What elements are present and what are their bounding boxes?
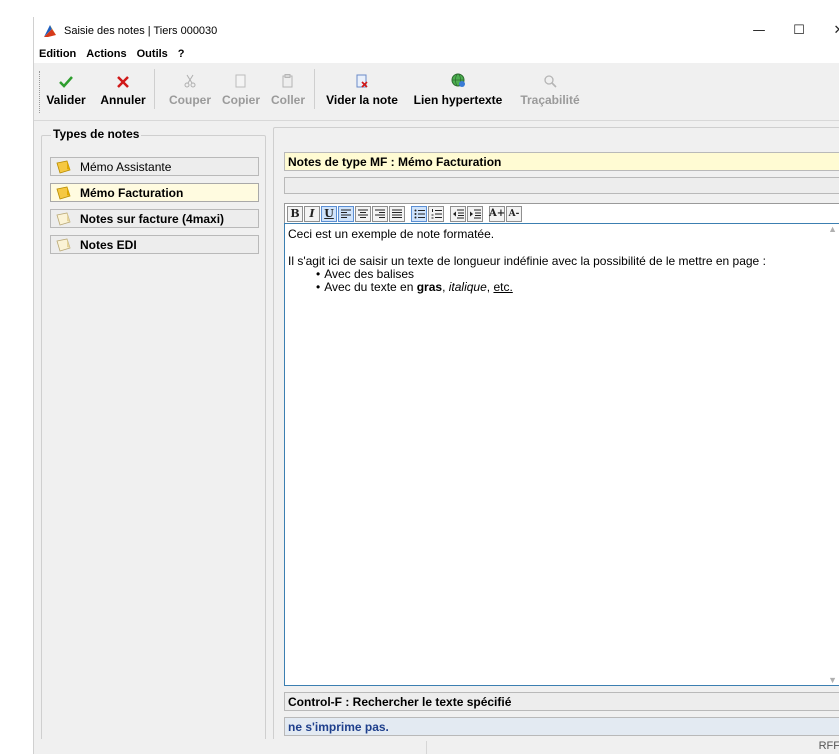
print-hint-bar: ne s'imprime pas.	[284, 717, 839, 736]
indent-icon	[469, 209, 481, 218]
bullet-text: ,	[442, 280, 449, 294]
search-hint-bar: Control-F : Rechercher le texte spécifié	[284, 692, 839, 711]
magnifier-icon	[543, 74, 557, 91]
bullet-text: Avec du texte en	[324, 280, 417, 294]
toolbar-grip[interactable]	[39, 71, 41, 113]
note-editor[interactable]: Ceci est un exemple de note formatée. Il…	[284, 223, 839, 686]
numbered-list-icon	[431, 208, 442, 218]
note-icon	[56, 160, 72, 174]
note-type-header: Notes de type MF : Mémo Facturation	[284, 152, 839, 171]
outdent-icon	[452, 209, 464, 218]
justify-icon	[392, 209, 402, 218]
font-increase-button[interactable]: A+	[489, 205, 505, 222]
note-type-memo-facturation[interactable]: Mémo Facturation	[50, 183, 259, 202]
bullet-list-icon	[414, 209, 425, 218]
cancel-label: Annuler	[100, 93, 146, 107]
align-right-icon	[375, 209, 385, 218]
bullet-text: Avec des balises	[324, 267, 415, 281]
font-decrease-button[interactable]: A-	[506, 205, 522, 222]
app-logo-icon	[42, 23, 58, 39]
note-type-notes-edi[interactable]: Notes EDI	[50, 235, 259, 254]
align-center-icon	[358, 209, 368, 218]
indent-button[interactable]	[467, 205, 483, 222]
main-toolbar: Valider Annuler Couper Copier Coller Vid…	[34, 63, 839, 121]
close-button[interactable]: ✕	[824, 21, 839, 41]
bold-button[interactable]: B	[287, 205, 303, 222]
cut-label: Couper	[169, 93, 211, 107]
underline-text: etc.	[493, 280, 513, 294]
scissors-icon	[183, 74, 197, 91]
note-empty-icon	[56, 238, 72, 252]
clear-note-label: Vider la note	[326, 93, 398, 107]
align-left-button[interactable]	[338, 205, 354, 222]
bold-text: gras	[416, 280, 443, 294]
note-type-label: Mémo Facturation	[80, 185, 184, 200]
notes-window: Saisie des notes | Tiers 000030 — ☐ ✕ Ed…	[33, 17, 839, 754]
clear-note-button[interactable]: Vider la note	[320, 71, 404, 107]
traceability-label: Traçabilité	[520, 93, 580, 107]
menu-help[interactable]: ?	[173, 48, 190, 60]
hyperlink-label: Lien hypertexte	[413, 93, 503, 107]
menu-edition[interactable]: Edition	[34, 48, 81, 60]
window-title: Saisie des notes | Tiers 000030	[64, 25, 218, 37]
cut-button[interactable]: Couper	[166, 71, 214, 107]
menu-actions[interactable]: Actions	[81, 48, 131, 60]
paste-button[interactable]: Coller	[268, 71, 308, 107]
copy-label: Copier	[221, 93, 260, 107]
menu-outils[interactable]: Outils	[132, 48, 173, 60]
align-center-button[interactable]	[355, 205, 371, 222]
cross-icon	[117, 76, 129, 91]
note-icon	[56, 186, 72, 200]
numbered-list-button[interactable]	[428, 205, 444, 222]
note-types-title: Types de notes	[51, 127, 142, 141]
note-type-label: Notes EDI	[80, 237, 137, 252]
copy-button[interactable]: Copier	[218, 71, 264, 107]
maximize-button[interactable]: ☐	[784, 21, 814, 41]
note-info-bar	[284, 177, 839, 194]
title-bar: Saisie des notes | Tiers 000030 — ☐ ✕	[34, 17, 839, 45]
align-right-button[interactable]	[372, 205, 388, 222]
italic-text: italique	[448, 280, 487, 294]
toolbar-separator	[314, 69, 315, 109]
bullet-list-button[interactable]	[411, 205, 427, 222]
toolbar-separator	[154, 69, 155, 109]
globe-link-icon	[451, 73, 466, 91]
traceability-button[interactable]: Traçabilité	[512, 71, 588, 107]
italic-button[interactable]: I	[304, 205, 320, 222]
note-empty-icon	[56, 212, 72, 226]
note-type-memo-assistante[interactable]: Mémo Assistante	[50, 157, 259, 176]
minimize-button[interactable]: —	[744, 21, 774, 41]
editor-bullet-list: Avec des balises Avec du texte en gras, …	[288, 268, 836, 294]
hyperlink-button[interactable]: Lien hypertexte	[408, 71, 508, 107]
justify-button[interactable]	[389, 205, 405, 222]
clear-document-icon	[356, 74, 368, 91]
validate-button[interactable]: Valider	[46, 71, 86, 107]
editor-line: Il s'agit ici de saisir un texte de long…	[288, 254, 766, 268]
paste-icon	[282, 74, 294, 91]
note-types-panel: Types de notes Mémo Assistante Mémo Fact…	[41, 127, 266, 744]
status-separator	[426, 741, 427, 754]
note-type-label: Notes sur facture (4maxi)	[80, 211, 225, 226]
editor-bullet-item: Avec du texte en gras, italique, etc.	[316, 281, 836, 294]
cancel-button[interactable]: Annuler	[98, 71, 148, 107]
status-text: RFF	[818, 740, 839, 752]
paste-label: Coller	[270, 93, 305, 107]
outdent-button[interactable]	[450, 205, 466, 222]
status-bar: RFF	[34, 739, 839, 754]
checkmark-icon	[59, 76, 73, 91]
scroll-up-arrow-icon[interactable]: ▲	[828, 224, 837, 234]
scroll-down-arrow-icon[interactable]: ▼	[828, 675, 837, 685]
align-left-icon	[341, 209, 351, 218]
format-toolbar: B I U A+ A-	[284, 203, 839, 223]
copy-icon	[235, 74, 247, 91]
note-type-notes-facture[interactable]: Notes sur facture (4maxi)	[50, 209, 259, 228]
note-type-label: Mémo Assistante	[80, 159, 172, 174]
validate-label: Valider	[46, 93, 86, 107]
editor-line: Ceci est un exemple de note formatée.	[288, 227, 495, 241]
menu-bar: Edition Actions Outils ?	[34, 45, 839, 63]
underline-button[interactable]: U	[321, 205, 337, 222]
